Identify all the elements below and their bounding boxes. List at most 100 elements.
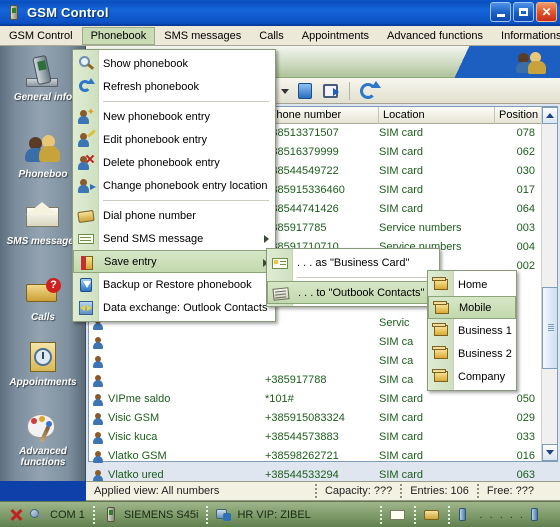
scroll-up-button[interactable]	[542, 107, 558, 124]
info-bar: Applied view: All numbers Capacity: ??? …	[86, 481, 560, 501]
menubar-item-appointments[interactable]: Appointments	[293, 27, 378, 45]
close-button[interactable]: ✕	[536, 2, 557, 22]
cell-location: Service numbers	[379, 222, 462, 234]
menu-item-save-entry[interactable]: Save entry	[73, 250, 275, 273]
cell-phone: +38513371507	[265, 127, 339, 139]
vertical-scrollbar[interactable]	[541, 107, 558, 461]
cell-position: 050	[516, 393, 535, 405]
submenu-arrow-icon	[264, 235, 269, 243]
backup-icon[interactable]	[294, 80, 316, 102]
menu-item-label: Save entry	[104, 255, 157, 268]
menu-item-backup-restore-phonebook[interactable]: Backup or Restore phonebook	[73, 273, 275, 296]
menu-item-label: Business 1	[458, 324, 512, 337]
cell-position: 017	[516, 184, 535, 196]
table-row[interactable]: Visic GSM +385915083324 SIM card 029	[89, 409, 557, 428]
phone-icon	[103, 506, 119, 523]
table-row[interactable]: Vlatko GSM +38598262721 SIM card 016	[89, 447, 557, 466]
sidebar-item-label: Appointments	[9, 377, 77, 388]
cell-position: 078	[516, 127, 535, 139]
outlook-contacts-submenu: Home Mobile Business 1 Business 2 Compan…	[427, 270, 517, 391]
cell-position: 029	[516, 412, 535, 424]
menu-item-show-phonebook[interactable]: Show phonebook	[73, 52, 275, 75]
cell-location: SIM card	[379, 203, 424, 215]
menu-item-label: Data exchange: Outlook Contacts	[103, 301, 268, 314]
contact-icon	[432, 276, 450, 293]
cell-phone: +385917788	[265, 374, 327, 386]
cell-location: SIM card	[379, 127, 424, 139]
data-exchange-icon	[77, 299, 95, 316]
menubar-item-calls[interactable]: Calls	[250, 27, 292, 45]
free-label: Free: ???	[486, 485, 534, 497]
table-row[interactable]: VIPme saldo *101# SIM card 050	[89, 390, 557, 409]
connection-status[interactable]: COM 1	[0, 502, 93, 527]
menu-item-delete-phonebook-entry[interactable]: Delete phonebook entry	[73, 151, 275, 174]
menu-item-save-to-outlook-contacts[interactable]: . . . to "Outbook Contacts"	[267, 281, 439, 304]
scrollbar-thumb[interactable]	[542, 287, 558, 369]
menu-item-mobile[interactable]: Mobile	[428, 296, 516, 319]
menu-item-label: . . . to "Outbook Contacts"	[298, 286, 425, 299]
device-label: SIEMENS S45i	[123, 508, 199, 521]
calls-status[interactable]	[416, 502, 448, 527]
menu-item-edit-phonebook-entry[interactable]: Edit phonebook entry	[73, 128, 275, 151]
menu-separator	[103, 200, 269, 201]
minimize-button[interactable]	[490, 2, 511, 22]
menu-item-label: Change phonebook entry location	[103, 179, 268, 192]
column-header-phone-number[interactable]: Phone number	[265, 106, 379, 124]
menu-item-send-sms-message[interactable]: Send SMS message	[73, 227, 275, 250]
menu-item-business-2[interactable]: Business 2	[428, 342, 516, 365]
business-card-icon	[271, 254, 289, 271]
menu-item-data-exchange-outlook[interactable]: Data exchange: Outlook Contacts	[73, 296, 275, 319]
menu-bar: GSM Control Phonebook SMS messages Calls…	[0, 26, 560, 46]
sidebar-item-advanced-functions[interactable]: Advanced functions	[0, 408, 86, 468]
sidebar-item-appointments[interactable]: Appointments	[0, 339, 86, 388]
menu-item-label: Home	[458, 278, 488, 291]
envelope-icon	[23, 198, 63, 234]
menubar-item-sms-messages[interactable]: SMS messages	[155, 27, 250, 45]
table-row[interactable]: Visic kuca +38544573883 SIM card 033	[89, 428, 557, 447]
menu-item-new-phonebook-entry[interactable]: ✦ New phonebook entry	[73, 105, 275, 128]
refresh-icon[interactable]	[357, 80, 381, 102]
com-port-label: COM 1	[50, 508, 85, 521]
export-dropdown-icon[interactable]	[278, 80, 290, 102]
menu-item-change-entry-location[interactable]: Change phonebook entry location	[73, 174, 275, 197]
menu-separator	[297, 277, 433, 278]
menu-item-label: Send SMS message	[103, 232, 204, 245]
sidebar-item-label: Advanced functions	[19, 446, 67, 468]
entries-label: Entries: 106	[410, 485, 469, 497]
disconnected-icon	[8, 507, 24, 523]
calls-icon	[424, 507, 440, 523]
data-exchange-icon[interactable]	[320, 80, 342, 102]
sms-status[interactable]	[382, 502, 414, 527]
menu-item-dial-phone-number[interactable]: Dial phone number	[73, 204, 275, 227]
menu-item-company[interactable]: Company	[428, 365, 516, 388]
contact-icon	[92, 374, 104, 387]
palette-icon	[23, 408, 63, 444]
people-icon	[516, 49, 552, 75]
window-title: GSM Control	[27, 5, 109, 20]
profile-status[interactable]: HR VIP: ZIBEL	[208, 502, 318, 527]
device-status[interactable]: SIEMENS S45i	[95, 502, 207, 527]
cell-phone	[265, 333, 379, 352]
column-header-position[interactable]: Position	[495, 107, 541, 124]
contact-icon	[92, 431, 104, 444]
menubar-item-advanced-functions[interactable]: Advanced functions	[378, 27, 492, 45]
menu-item-refresh-phonebook[interactable]: Refresh phonebook	[73, 75, 275, 98]
menu-item-label: New phonebook entry	[103, 110, 211, 123]
contact-icon	[432, 345, 450, 362]
menu-item-home[interactable]: Home	[428, 273, 516, 296]
menu-item-save-as-business-card[interactable]: . . . as "Business Card"	[267, 251, 439, 274]
scroll-down-button[interactable]	[542, 444, 558, 461]
cell-phone: +38544549722	[265, 165, 339, 177]
cell-phone: +385917785	[265, 222, 327, 234]
column-header-location[interactable]: Location	[379, 106, 495, 124]
maximize-button[interactable]	[513, 2, 534, 22]
battery-status[interactable]: . . . . .	[450, 502, 554, 527]
menubar-item-phonebook[interactable]: Phonebook	[81, 26, 156, 45]
cell-location: SIM card	[379, 184, 424, 196]
cell-phone	[265, 352, 379, 371]
menu-item-business-1[interactable]: Business 1	[428, 319, 516, 342]
menubar-item-informations[interactable]: Informations	[492, 27, 560, 45]
menubar-item-gsm-control[interactable]: GSM Control	[0, 27, 82, 45]
appointments-icon	[23, 339, 63, 375]
cell-location: SIM card	[379, 412, 424, 424]
